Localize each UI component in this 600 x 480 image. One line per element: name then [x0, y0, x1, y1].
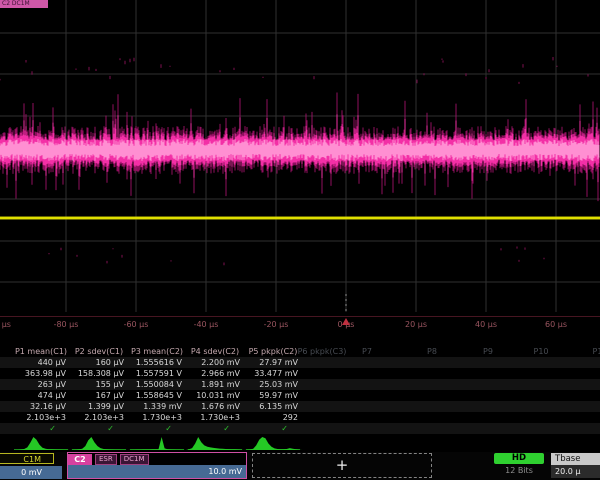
time-tick-label: -40 µs	[194, 320, 219, 329]
param-value: 1.730e+3	[186, 412, 244, 423]
channel-c2-coupling-badge: DC1M	[120, 454, 149, 465]
time-tick-label: 20 µs	[405, 320, 427, 329]
channel-c2-descriptor[interactable]: C2 ESR DC1M 10.0 mV	[67, 452, 247, 479]
param-value: 32.16 µV	[12, 401, 70, 412]
hd-mode-badge[interactable]: HD	[494, 453, 544, 464]
time-tick-label: 60 µs	[545, 320, 567, 329]
time-tick-label: -80 µs	[54, 320, 79, 329]
param-value: 292	[244, 412, 302, 423]
param-value: 167 µV	[70, 390, 128, 401]
histicon-thumbnail[interactable]	[12, 436, 70, 451]
param-value: 1.558645 V	[128, 390, 186, 401]
param-value: 474 µV	[12, 390, 70, 401]
add-trace-button[interactable]: +	[252, 453, 432, 478]
timebase-box[interactable]: Tbase 20.0 µ	[551, 453, 600, 478]
param-value: 6.135 mV	[244, 401, 302, 412]
channel-c2-scale: 10.0 mV	[68, 465, 246, 478]
bottom-bar: C1M 0 mV C2 ESR DC1M 10.0 mV + HD 12 Bit…	[0, 452, 600, 480]
param-status-check-icon: ✓	[128, 423, 186, 434]
param-value: 160 µV	[70, 357, 128, 368]
param-value: 1.730e+3	[128, 412, 186, 423]
time-axis: -100 µs-80 µs-60 µs-40 µs-20 µs0 µs20 µs…	[0, 312, 600, 334]
param-header[interactable]: P4 sdev(C2)	[186, 346, 244, 357]
time-tick-label: -60 µs	[124, 320, 149, 329]
channel-c2-label[interactable]: C2	[68, 454, 92, 465]
param-header-inactive[interactable]: P11	[592, 346, 600, 357]
param-value: 25.03 mV	[244, 379, 302, 390]
time-tick-label: 40 µs	[475, 320, 497, 329]
histicon-row	[12, 436, 302, 451]
measurement-table: P1 mean(C1)P2 sdev(C1)P3 mean(C2)P4 sdev…	[0, 346, 600, 434]
param-value: 363.98 µV	[12, 368, 70, 379]
param-value: 59.97 mV	[244, 390, 302, 401]
table-row: 363.98 µV158.308 µV1.557591 V2.966 mV33.…	[0, 368, 600, 379]
table-row: 440 µV160 µV1.555616 V2.200 mV27.97 mV	[0, 357, 600, 368]
param-header[interactable]: P3 mean(C2)	[128, 346, 186, 357]
channel-c2-esr-badge: ESR	[95, 454, 117, 465]
param-header-inactive[interactable]: P9	[483, 346, 493, 357]
table-row: P1 mean(C1)P2 sdev(C1)P3 mean(C2)P4 sdev…	[0, 346, 600, 357]
param-status-check-icon: ✓	[12, 423, 70, 434]
channel-c2-badges: C2 ESR DC1M	[68, 453, 246, 465]
param-value: 263 µV	[12, 379, 70, 390]
param-header[interactable]: P2 sdev(C1)	[70, 346, 128, 357]
channel-c1-descriptor[interactable]: C1M	[0, 453, 54, 464]
param-value: 155 µV	[70, 379, 128, 390]
oscilloscope-screen: C2 DC1M -100 µs -80 µs -60 µs -40 µs -20 µs 0…	[0, 0, 600, 480]
histicon-thumbnail[interactable]	[244, 436, 302, 451]
param-value: 440 µV	[12, 357, 70, 368]
trigger-position-marker[interactable]	[342, 318, 350, 325]
param-status-check-icon: ✓	[244, 423, 302, 434]
param-value: 158.308 µV	[70, 368, 128, 379]
param-value: 1.557591 V	[128, 368, 186, 379]
histicon-thumbnail[interactable]	[70, 436, 128, 451]
param-status-check-icon: ✓	[70, 423, 128, 434]
param-value: 2.103e+3	[70, 412, 128, 423]
param-value: 2.966 mV	[186, 368, 244, 379]
table-row: 474 µV167 µV1.558645 V10.031 mV59.97 mV	[0, 390, 600, 401]
param-value: 1.676 mV	[186, 401, 244, 412]
param-status-check-icon: ✓	[186, 423, 244, 434]
histicon-thumbnail[interactable]	[186, 436, 244, 451]
timebase-label: Tbase	[551, 453, 600, 465]
param-value: 33.477 mV	[244, 368, 302, 379]
table-row: 2.103e+32.103e+31.730e+31.730e+3292	[0, 412, 600, 423]
param-value: 1.399 µV	[70, 401, 128, 412]
param-header[interactable]: P1 mean(C1)	[12, 346, 70, 357]
param-value: 1.555616 V	[128, 357, 186, 368]
histicon-thumbnail[interactable]	[128, 436, 186, 451]
param-value: 1.550084 V	[128, 379, 186, 390]
hd-bits-label: 12 Bits	[494, 466, 544, 475]
table-row: 263 µV155 µV1.550084 V1.891 mV25.03 mV	[0, 379, 600, 390]
time-tick-label: -100 µs	[0, 320, 11, 329]
param-value: 27.97 mV	[244, 357, 302, 368]
channel-c1-scale[interactable]: 0 mV	[0, 466, 62, 479]
axis-separator-line	[0, 316, 600, 317]
param-value: 1.891 mV	[186, 379, 244, 390]
time-tick-label: -20 µs	[264, 320, 289, 329]
trace-annotation-badge: C2 DC1M	[0, 0, 48, 8]
table-row: ✓✓✓✓✓	[0, 423, 600, 434]
waveform-graticule	[0, 0, 600, 312]
param-header-inactive[interactable]: P7	[362, 346, 372, 357]
param-value: 1.339 mV	[128, 401, 186, 412]
param-header-inactive[interactable]: P10	[533, 346, 548, 357]
timebase-value: 20.0 µ	[551, 465, 600, 478]
param-header-inactive[interactable]: P6 pkpk(C3)	[298, 346, 347, 357]
param-value: 2.103e+3	[12, 412, 70, 423]
table-row: 32.16 µV1.399 µV1.339 mV1.676 mV6.135 mV	[0, 401, 600, 412]
param-value: 2.200 mV	[186, 357, 244, 368]
param-header[interactable]: P5 pkpk(C2)	[244, 346, 302, 357]
param-value: 10.031 mV	[186, 390, 244, 401]
param-header-inactive[interactable]: P8	[427, 346, 437, 357]
